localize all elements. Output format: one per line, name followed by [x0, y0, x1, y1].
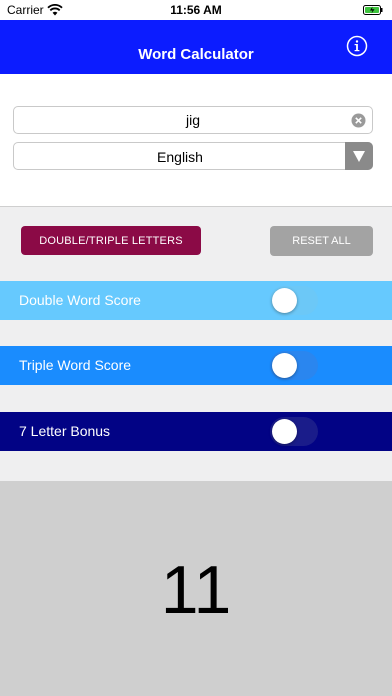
toggle-knob [272, 419, 297, 444]
triple-word-label: Triple Word Score [19, 357, 132, 373]
seven-letter-bonus-label: 7 Letter Bonus [19, 423, 111, 439]
triangle-down-icon [353, 151, 365, 162]
double-triple-letters-button[interactable]: DOUBLE/TRIPLE LETTERS [21, 226, 201, 255]
double-word-toggle[interactable] [270, 286, 318, 315]
dropdown-button[interactable] [345, 142, 373, 170]
app-header: Word Calculator [0, 20, 392, 74]
word-input[interactable] [14, 107, 372, 133]
triple-word-row: Triple Word Score [0, 346, 392, 385]
double-word-row: Double Word Score [0, 281, 392, 320]
status-bar: Carrier 11:56 AM [0, 0, 392, 20]
info-icon[interactable] [346, 35, 368, 57]
score-value: 11 [160, 552, 232, 628]
language-select[interactable]: English [13, 142, 373, 170]
word-field [13, 106, 373, 134]
seven-letter-bonus-row: 7 Letter Bonus [0, 412, 392, 451]
seven-letter-bonus-toggle[interactable] [270, 417, 318, 446]
language-label: English [157, 149, 203, 165]
score-area: 11 [0, 481, 392, 696]
clock: 11:56 AM [170, 3, 222, 17]
toggle-knob [272, 288, 297, 313]
reset-all-button[interactable]: RESET ALL [270, 226, 373, 256]
page-title: Word Calculator [138, 46, 254, 63]
clear-icon[interactable] [351, 113, 366, 128]
double-word-label: Double Word Score [19, 292, 141, 308]
battery-icon [363, 5, 383, 15]
triple-word-toggle[interactable] [270, 351, 318, 380]
toggle-knob [272, 353, 297, 378]
